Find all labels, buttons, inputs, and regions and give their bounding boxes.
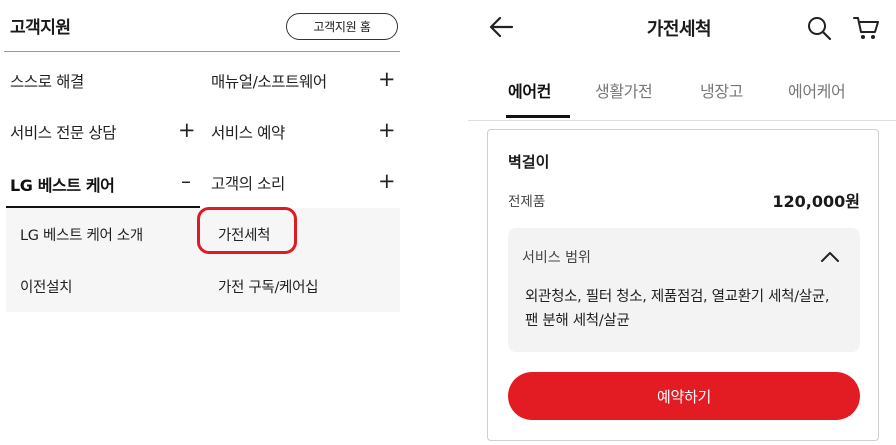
- service-scope-description: 외관청소, 필터 청소, 제품점검, 열교환기 세척/살균, 팬 분해 세척/살…: [525, 289, 830, 329]
- reserve-button[interactable]: 예약하기: [508, 372, 860, 420]
- tab-air-conditioner[interactable]: 에어컨: [508, 78, 551, 102]
- menu-item-self-solve[interactable]: 스스로 해결: [10, 70, 84, 92]
- submenu-item-relocation-install[interactable]: 이전설치: [20, 276, 72, 297]
- highlight-annotation: [197, 207, 297, 254]
- app-bar-title: 가전세척: [646, 19, 712, 40]
- support-home-button[interactable]: 고객지원 홈: [286, 13, 398, 40]
- submenu-item-subscription-care[interactable]: 가전 구독/케어십: [218, 276, 318, 297]
- product-name: 벽걸이: [508, 153, 550, 171]
- chevron-up-icon[interactable]: [820, 250, 840, 264]
- tab-living-appliances[interactable]: 생활가전: [595, 78, 653, 102]
- product-option-label: 전제품: [508, 194, 546, 210]
- product-price: 120,000원: [772, 192, 860, 211]
- collapse-minus-icon[interactable]: –: [178, 171, 194, 191]
- menu-item-service-reservation[interactable]: 서비스 예약: [211, 121, 285, 143]
- expand-plus-icon[interactable]: +: [378, 171, 396, 192]
- service-scope-title[interactable]: 서비스 범위: [522, 247, 591, 267]
- tab-refrigerator[interactable]: 냉장고: [700, 78, 743, 102]
- menu-item-manual-software[interactable]: 매뉴얼/소프트웨어: [211, 70, 327, 92]
- header-divider: [4, 51, 400, 52]
- menu-item-lg-best-care[interactable]: LG 베스트 케어: [10, 172, 115, 196]
- menu-item-customer-voice[interactable]: 고객의 소리: [211, 172, 285, 194]
- tab-air-care[interactable]: 에어케어: [788, 78, 846, 102]
- expand-plus-icon[interactable]: +: [178, 120, 196, 141]
- active-tab-indicator: [506, 115, 570, 118]
- expand-plus-icon[interactable]: +: [378, 69, 396, 90]
- menu-item-expert-consult[interactable]: 서비스 전문 상담: [10, 121, 116, 143]
- expand-plus-icon[interactable]: +: [378, 120, 396, 141]
- tabs-divider: [468, 120, 896, 121]
- submenu-item-best-care-intro[interactable]: LG 베스트 케어 소개: [20, 224, 143, 245]
- cart-icon[interactable]: [852, 15, 880, 41]
- back-arrow-icon[interactable]: [488, 15, 514, 39]
- search-icon[interactable]: [806, 15, 832, 41]
- page-title: 고객지원: [10, 18, 71, 38]
